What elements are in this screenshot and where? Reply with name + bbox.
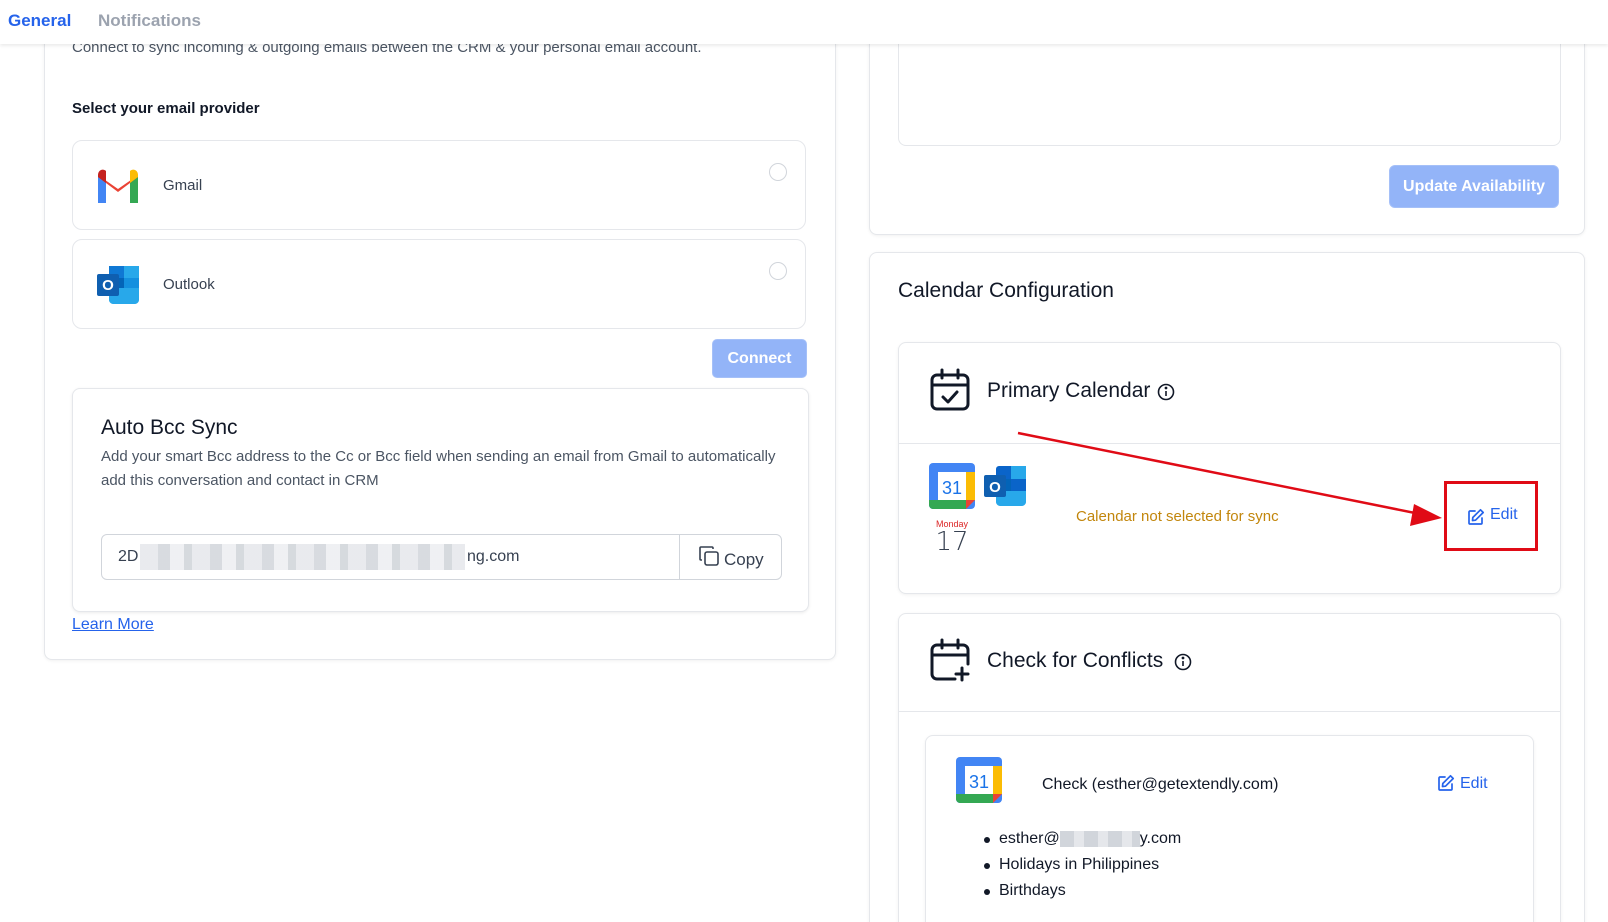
provider-radio-outlook[interactable] <box>769 262 787 280</box>
gcal-number: 31 <box>969 772 989 792</box>
info-icon[interactable] <box>1174 653 1192 671</box>
provider-option-outlook[interactable]: O Outlook <box>72 239 806 329</box>
gmail-icon <box>98 169 138 203</box>
select-provider-label: Select your email provider <box>72 100 260 117</box>
provider-name: Gmail <box>163 177 203 194</box>
edit-icon <box>1468 508 1485 525</box>
primary-calendar-title: Primary Calendar <box>987 379 1151 402</box>
conflict-calendar-list: esther@ y.com Holidays in Philippines Bir… <box>982 826 1181 904</box>
google-calendar-icon: 31 <box>956 757 1002 803</box>
calendar-plus-icon <box>930 638 970 682</box>
list-item: Holidays in Philippines <box>982 852 1181 878</box>
bcc-address-redacted <box>140 544 465 570</box>
list-item: esther@ y.com <box>982 826 1181 852</box>
list-item: Birthdays <box>982 878 1181 904</box>
auto-bcc-title: Auto Bcc Sync <box>101 416 238 439</box>
provider-radio-gmail[interactable] <box>769 163 787 181</box>
google-calendar-icon: 31 <box>929 463 975 509</box>
tab-general[interactable]: General <box>8 11 71 31</box>
mini-date-icon: Monday 17 <box>932 519 972 555</box>
connect-button[interactable]: Connect <box>712 339 807 378</box>
bcc-address-field[interactable]: 2D ng.com Copy <box>101 534 782 580</box>
email-redacted <box>1059 830 1140 847</box>
sync-status-text: Calendar not selected for sync <box>1076 508 1279 525</box>
provider-option-gmail[interactable]: Gmail <box>72 140 806 230</box>
tab-notifications[interactable]: Notifications <box>98 11 201 31</box>
svg-text:O: O <box>989 479 1001 496</box>
edit-icon <box>1438 774 1455 791</box>
copy-label: Copy <box>724 550 764 569</box>
primary-calendar-edit-button[interactable]: Edit <box>1490 506 1518 524</box>
svg-text:O: O <box>102 277 114 294</box>
outlook-icon: O <box>97 266 139 304</box>
auto-bcc-card: Auto Bcc Sync Add your smart Bcc address… <box>72 388 809 612</box>
auto-bcc-description: Add your smart Bcc address to the Cc or … <box>101 448 776 489</box>
outlook-icon: O <box>984 466 1026 506</box>
divider <box>899 443 1560 444</box>
check-calendar-label: Check (esther@getextendly.com) <box>1042 776 1279 793</box>
availability-editor <box>898 30 1561 146</box>
provider-name: Outlook <box>163 276 215 293</box>
check-conflicts-title: Check for Conflicts <box>987 649 1164 672</box>
learn-more-link[interactable]: Learn More <box>72 616 154 634</box>
calendar-check-icon <box>930 368 970 411</box>
top-tab-bar: General Notifications <box>0 0 1608 44</box>
copy-button[interactable]: Copy <box>679 535 781 579</box>
info-icon[interactable] <box>1157 383 1175 401</box>
update-availability-button[interactable]: Update Availability <box>1389 165 1559 208</box>
bcc-address-suffix: ng.com <box>467 548 520 565</box>
gcal-number: 31 <box>942 478 962 498</box>
calendar-configuration-title: Calendar Configuration <box>898 279 1114 302</box>
divider <box>899 711 1560 712</box>
bcc-address-prefix: 2D <box>118 548 139 565</box>
copy-icon <box>699 546 719 566</box>
conflicts-edit-button[interactable]: Edit <box>1460 775 1488 793</box>
mini-date-number: 17 <box>935 527 969 557</box>
